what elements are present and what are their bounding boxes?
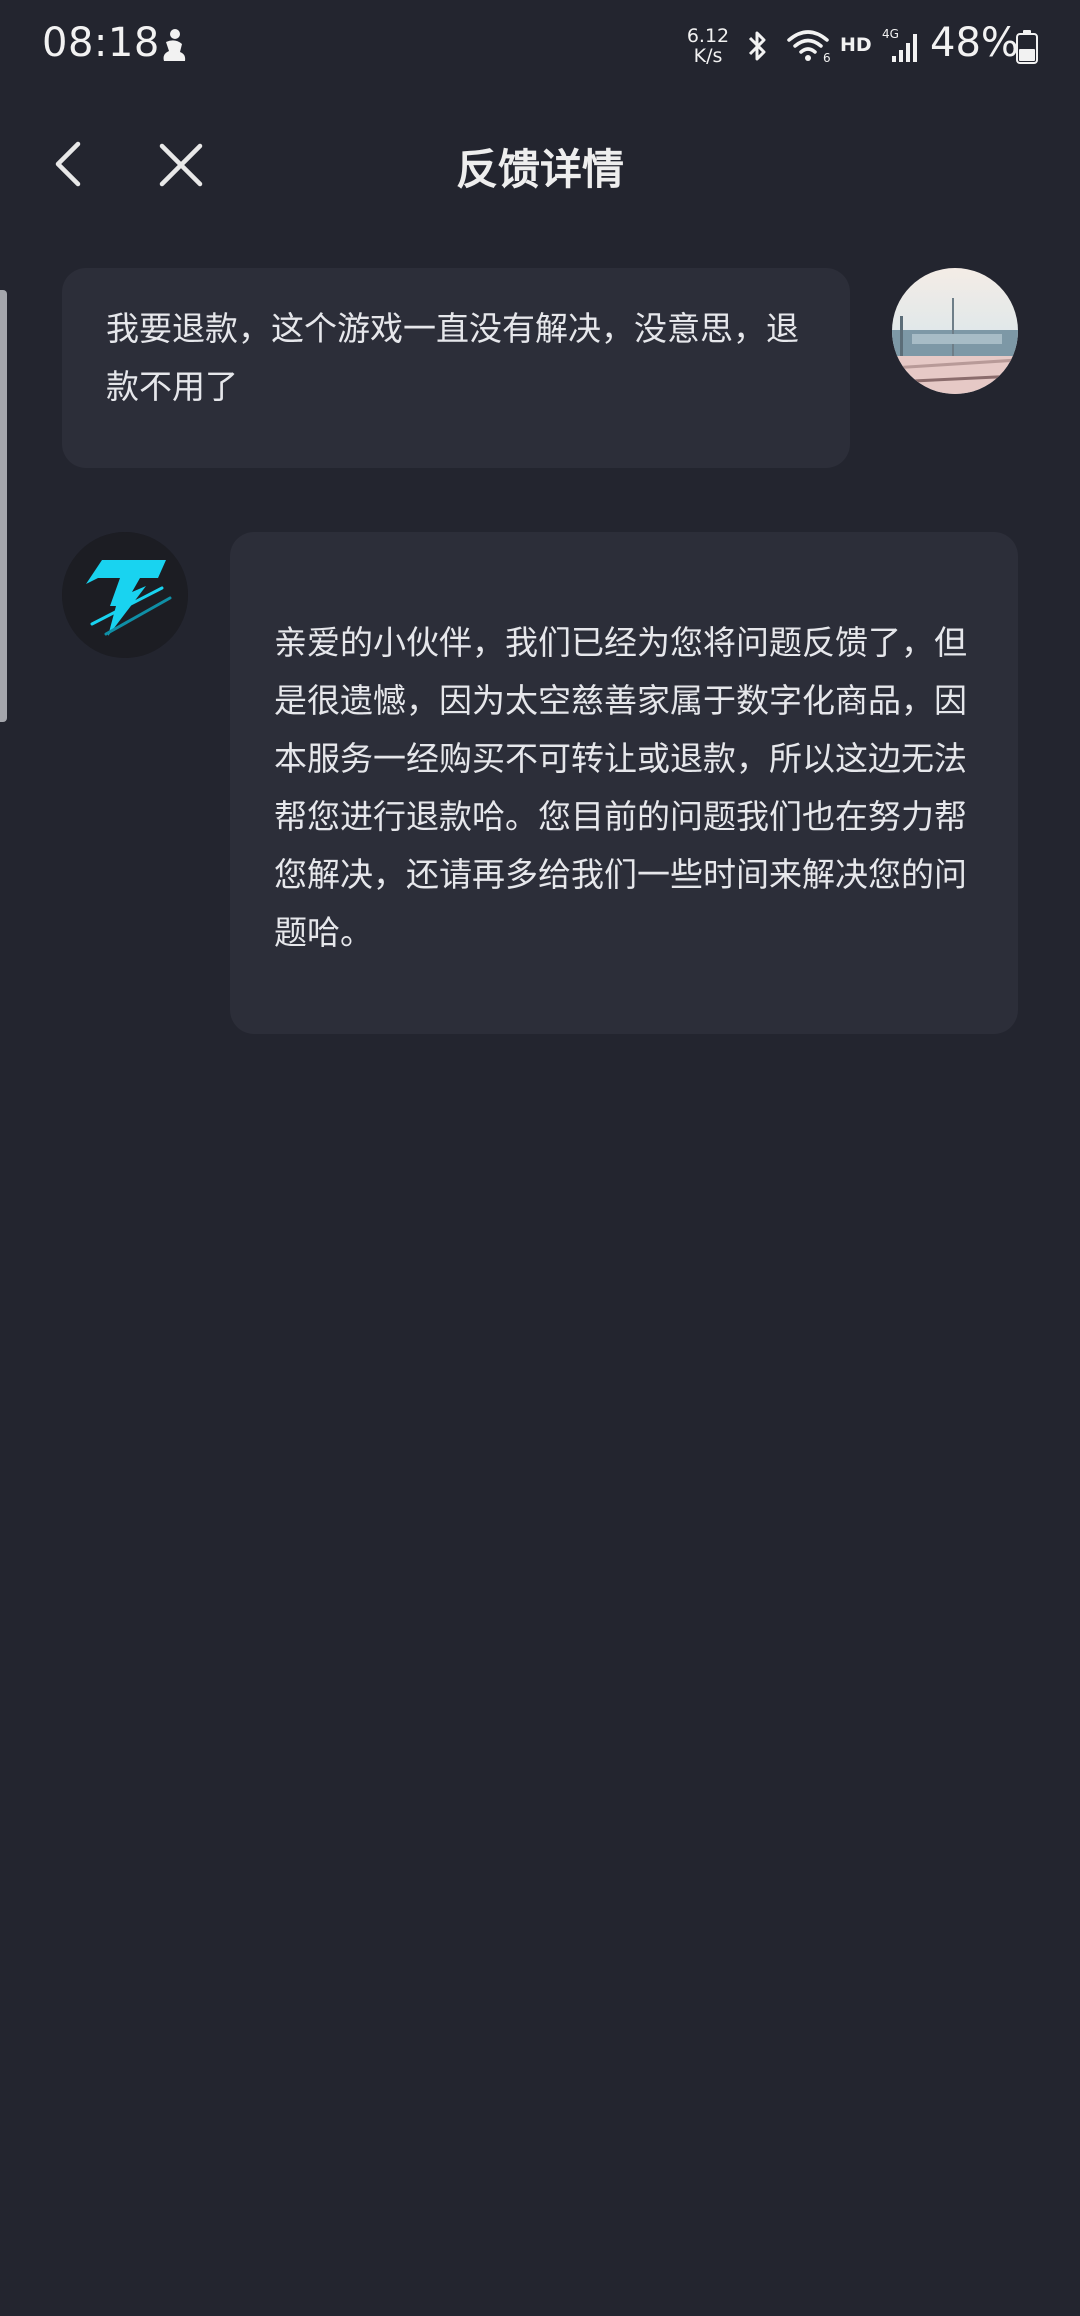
edge-panel-handle[interactable] [0, 290, 7, 722]
user-avatar-photo [892, 268, 1018, 394]
battery-icon [1016, 30, 1038, 64]
status-bar: 08:18 6.12 K/s 6 HD 4G 48% [0, 0, 1080, 92]
page-title: 反馈详情 [455, 145, 624, 194]
support-message-text: 亲爱的小伙伴，我们已经为您将问题反馈了，但是很遗憾，因为太空慈善家属于数字化商品… [274, 623, 967, 952]
user-message-text: 我要退款，这个游戏一直没有解决，没意思，退款不用了 [106, 309, 799, 406]
accessibility-person-icon [163, 29, 186, 61]
bluetooth-icon [748, 31, 766, 61]
hd-label: HD [840, 34, 872, 56]
network-speed-unit: K/s [693, 45, 723, 67]
feedback-detail-screen: 08:18 6.12 K/s 6 HD 4G 48% 反馈详情 我要退款，这个游… [0, 0, 1080, 2316]
status-time: 08:18 [42, 20, 160, 66]
svg-text:6: 6 [823, 51, 831, 64]
network-speed-value: 6.12 [686, 25, 730, 47]
support-message-bubble: 亲爱的小伙伴，我们已经为您将问题反馈了，但是很遗憾，因为太空慈善家属于数字化商品… [230, 532, 1018, 1034]
svg-text:4G: 4G [882, 27, 899, 41]
battery-percentage: 48% [930, 20, 1019, 66]
user-message-bubble: 我要退款，这个游戏一直没有解决，没意思，退款不用了 [62, 268, 850, 468]
wifi-icon: 6 [787, 30, 831, 64]
cellular-signal-4g-icon: 4G [882, 27, 917, 62]
lightning-t-logo-icon [62, 532, 188, 658]
user-avatar[interactable] [892, 268, 1018, 394]
support-avatar[interactable] [62, 532, 188, 658]
network-speed: 6.12 K/s [684, 26, 732, 66]
top-app-bar: 反馈详情 [0, 110, 1080, 220]
